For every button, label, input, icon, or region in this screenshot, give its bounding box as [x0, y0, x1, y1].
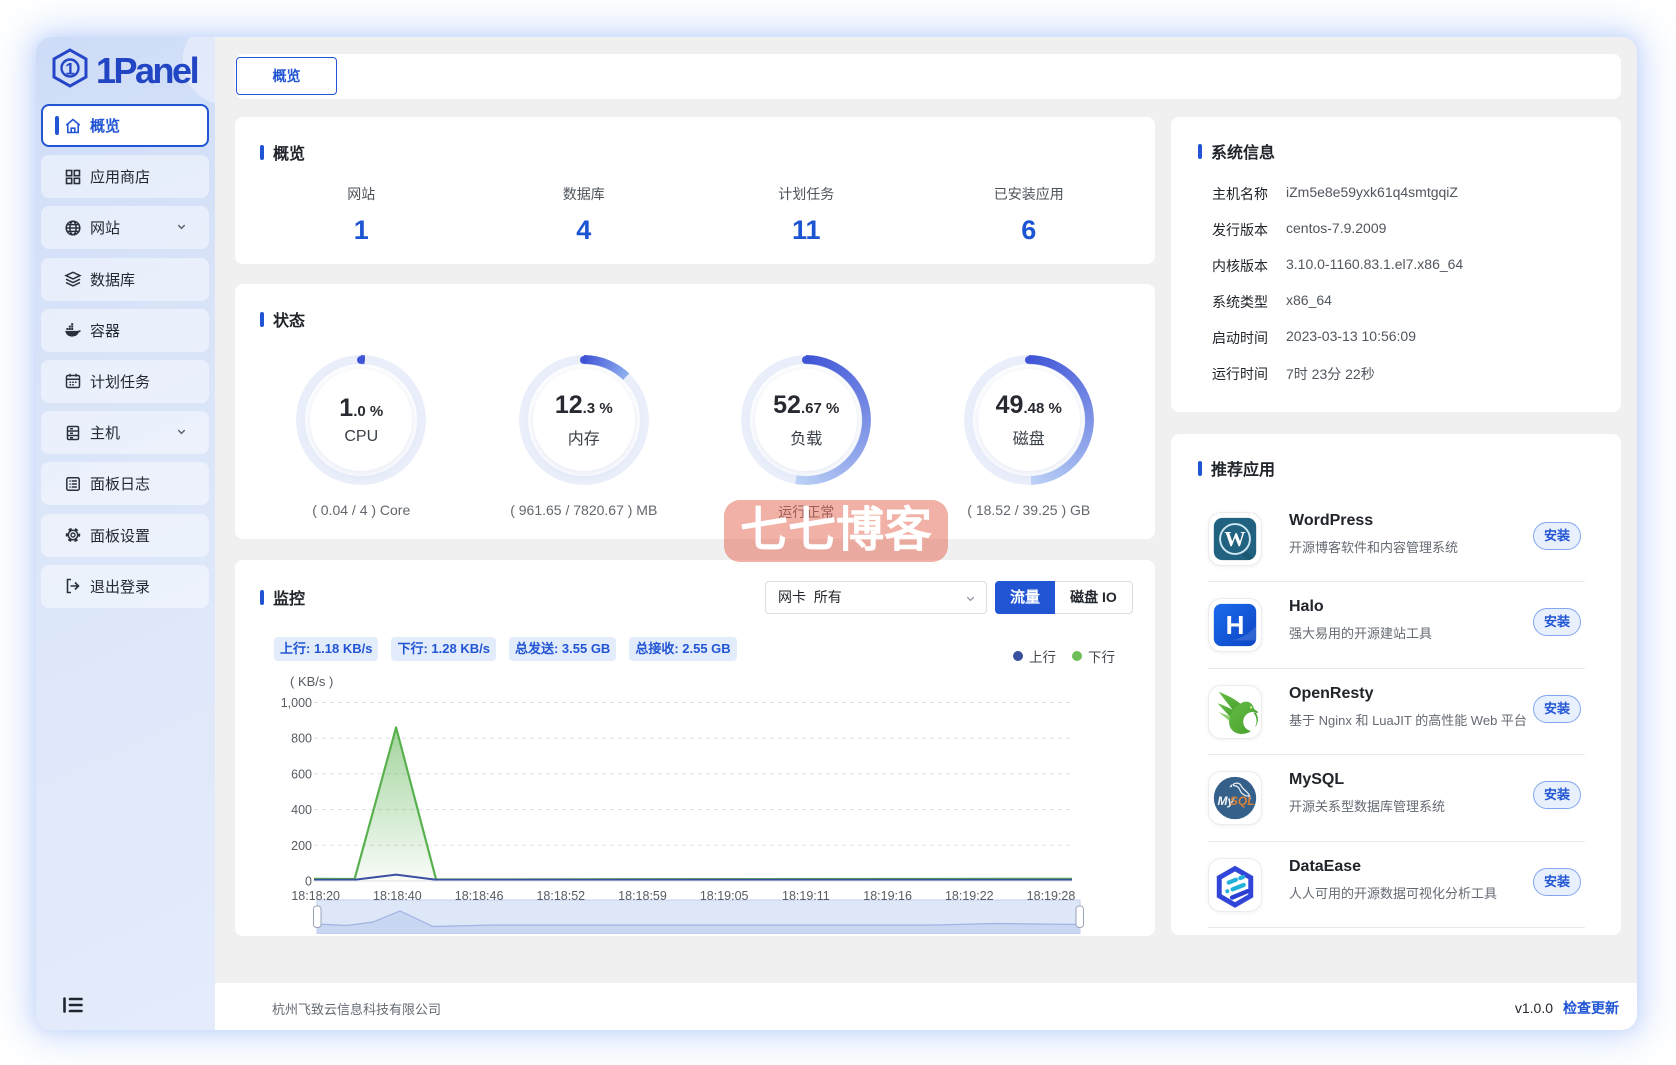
- svg-text:200: 200: [291, 839, 312, 853]
- svg-text:0: 0: [305, 875, 312, 889]
- svg-text:600: 600: [291, 767, 312, 781]
- svg-text:800: 800: [291, 732, 312, 746]
- svg-text:SQL: SQL: [1230, 794, 1255, 808]
- svg-text:H: H: [1226, 611, 1245, 641]
- svg-text:400: 400: [291, 803, 312, 817]
- svg-text:W: W: [1224, 527, 1245, 551]
- svg-text:1,000: 1,000: [281, 696, 312, 710]
- svg-text:1: 1: [65, 59, 74, 78]
